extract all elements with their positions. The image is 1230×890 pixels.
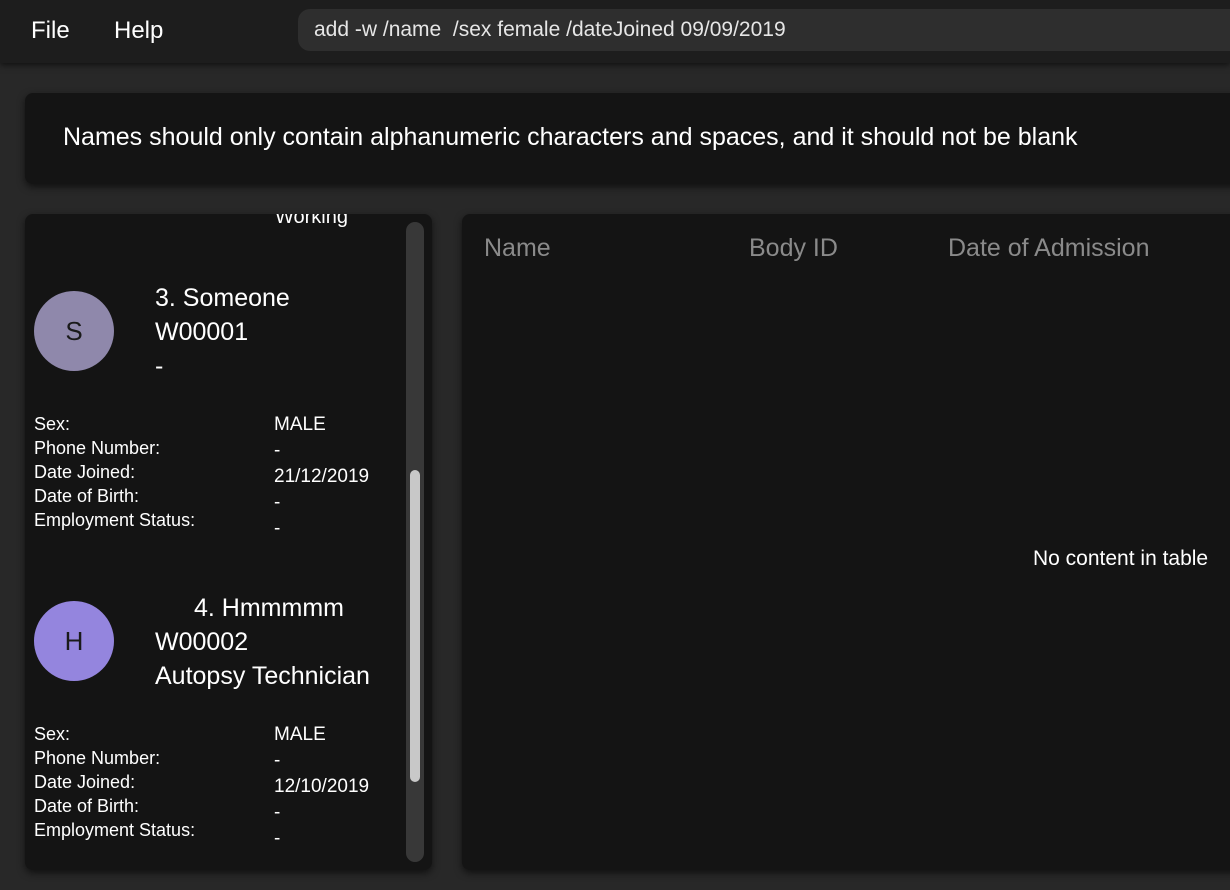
avatar: S: [34, 291, 114, 371]
phone-label: Phone Number:: [34, 438, 161, 458]
date-joined-label: Date Joined:: [34, 462, 136, 482]
worker-designation: Autopsy Technician: [155, 662, 370, 690]
worker-card[interactable]: H 4. Hmmmmm W00002 Autopsy Technician Se…: [25, 584, 405, 870]
dob-value: -: [274, 492, 281, 513]
cut-off-text: Working: [275, 214, 348, 228]
column-header-name[interactable]: Name: [484, 234, 551, 263]
worker-id: W00001: [155, 318, 249, 346]
empty-table-message: No content in table: [1033, 547, 1209, 570]
menu-file[interactable]: File: [31, 17, 70, 45]
column-header-body-id[interactable]: Body ID: [749, 234, 838, 263]
sex-value: MALE: [274, 724, 326, 745]
employment-value: -: [274, 518, 281, 539]
employment-label: Employment Status:: [34, 510, 196, 530]
dob-value: -: [274, 802, 281, 823]
worker-designation: -: [155, 352, 164, 380]
avatar: H: [34, 601, 114, 681]
menu-bar: File Help: [0, 0, 1230, 63]
phone-value: -: [274, 750, 281, 771]
worker-id: W00002: [155, 628, 249, 656]
command-input[interactable]: [314, 9, 1230, 51]
phone-value: -: [274, 440, 281, 461]
result-message: Names should only contain alphanumeric c…: [63, 123, 1078, 151]
worker-card[interactable]: S 3. Someone W00001 - Sex: Phone Number:…: [25, 274, 405, 574]
sex-value: MALE: [274, 414, 326, 435]
employment-label: Employment Status:: [34, 820, 196, 840]
result-display: Names should only contain alphanumeric c…: [25, 93, 1230, 184]
worker-title: 3. Someone: [155, 284, 290, 312]
column-header-date-of-admission[interactable]: Date of Admission: [948, 234, 1150, 263]
dob-label: Date of Birth:: [34, 796, 140, 816]
avatar-initial: S: [65, 315, 83, 346]
sex-label: Sex:: [34, 724, 71, 744]
worker-title: 4. Hmmmmm: [194, 594, 344, 622]
date-joined-value: 21/12/2019: [274, 466, 370, 487]
scrollbar-thumb[interactable]: [410, 470, 420, 782]
command-box: [298, 9, 1230, 51]
dob-label: Date of Birth:: [34, 486, 140, 506]
employment-value: -: [274, 828, 281, 849]
body-table-panel: Name Body ID Date of Admission No conten…: [462, 214, 1230, 870]
menu-help[interactable]: Help: [114, 17, 163, 45]
avatar-initial: H: [64, 625, 84, 656]
phone-label: Phone Number:: [34, 748, 161, 768]
date-joined-label: Date Joined:: [34, 772, 136, 792]
worker-list-panel[interactable]: Working S 3. Someone W00001 - Sex: Phone…: [25, 214, 432, 870]
date-joined-value: 12/10/2019: [274, 776, 370, 797]
sex-label: Sex:: [34, 414, 71, 434]
